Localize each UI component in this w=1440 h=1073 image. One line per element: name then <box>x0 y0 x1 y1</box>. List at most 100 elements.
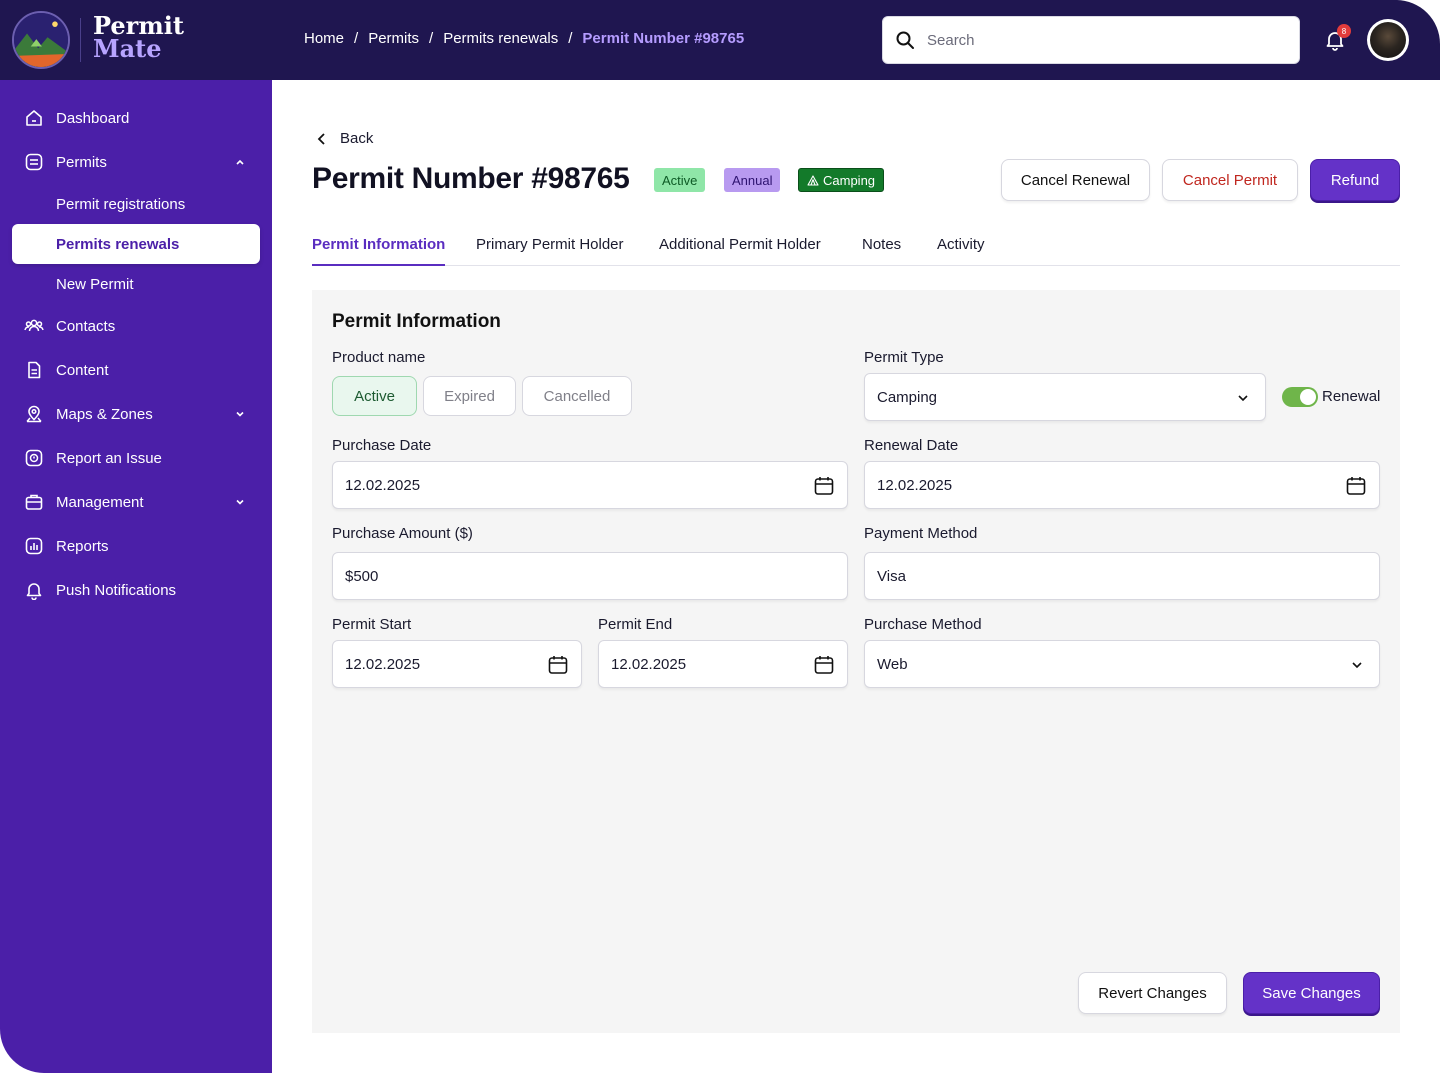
breadcrumb-separator: / <box>354 30 359 47</box>
search-box[interactable] <box>882 16 1300 64</box>
renewal-toggle-label: Renewal <box>1322 388 1381 405</box>
purchase-method-value: Web <box>877 655 908 673</box>
purchase-date-value: 12.02.2025 <box>345 476 421 494</box>
notification-badge: 8 <box>1337 24 1351 38</box>
status-option-active[interactable]: Active <box>332 376 417 416</box>
sidebar-item-label: Report an Issue <box>56 449 162 467</box>
purchase-date-field[interactable]: 12.02.2025 <box>332 461 848 509</box>
sidebar-item-label: Permits <box>56 153 107 171</box>
revert-changes-button[interactable]: Revert Changes <box>1078 972 1227 1014</box>
renewal-date-field[interactable]: 12.02.2025 <box>864 461 1380 509</box>
report-icon <box>25 449 43 467</box>
purchase-date-label: Purchase Date <box>332 437 432 454</box>
purchase-amount-value: $500 <box>345 567 379 585</box>
renewal-date-value: 12.02.2025 <box>877 476 953 494</box>
bell-icon <box>26 583 42 600</box>
briefcase-icon <box>25 494 43 510</box>
breadcrumb-separator: / <box>429 30 434 47</box>
sidebar-item-label: Content <box>56 361 109 379</box>
permit-start-field[interactable]: 12.02.2025 <box>332 640 582 688</box>
document-icon <box>28 361 41 379</box>
sidebar-item-management[interactable]: Management <box>12 482 260 522</box>
permit-type-label: Permit Type <box>864 349 944 366</box>
tab-primary-permit-holder[interactable]: Primary Permit Holder <box>476 236 624 266</box>
chevron-down-icon <box>1238 395 1248 402</box>
tab-additional-permit-holder[interactable]: Additional Permit Holder <box>659 236 821 266</box>
permit-type-select[interactable]: Camping <box>864 373 1266 421</box>
section-title: Permit Information <box>332 311 501 332</box>
sidebar-item-contacts[interactable]: Contacts <box>12 306 260 346</box>
logo-divider <box>80 18 81 62</box>
sidebar-item-push-notifications[interactable]: Push Notifications <box>12 570 260 610</box>
permit-start-label: Permit Start <box>332 616 412 633</box>
sidebar-item-permits-renewals[interactable]: Permits renewals <box>12 224 260 264</box>
status-option-expired[interactable]: Expired <box>423 376 516 416</box>
chevron-down-icon[interactable] <box>234 496 246 508</box>
breadcrumb-permits-renewals[interactable]: Permits renewals <box>443 30 558 47</box>
calendar-icon[interactable] <box>547 654 569 676</box>
tab-activity[interactable]: Activity <box>937 236 985 266</box>
sidebar-item-label: Dashboard <box>56 109 130 127</box>
breadcrumb-permits[interactable]: Permits <box>368 30 419 47</box>
payment-method-field[interactable]: Visa <box>864 552 1380 600</box>
sidebar-item-content[interactable]: Content <box>12 350 260 390</box>
save-changes-button[interactable]: Save Changes <box>1243 972 1380 1014</box>
brand-line-2: Mate <box>93 34 162 63</box>
sidebar-item-permit-registrations[interactable]: Permit registrations <box>12 184 260 224</box>
payment-method-value: Visa <box>877 567 906 585</box>
status-badge-camping: Camping <box>798 168 885 192</box>
permit-list-icon <box>25 153 43 171</box>
permit-end-field[interactable]: 12.02.2025 <box>598 640 848 688</box>
logo-icon[interactable] <box>12 11 70 69</box>
renewal-toggle[interactable] <box>1282 387 1318 407</box>
top-bar: Permit Mate Home / Permits / Permits ren… <box>0 0 1440 80</box>
sidebar-item-report-issue[interactable]: Report an Issue <box>12 438 260 478</box>
calendar-icon[interactable] <box>1345 475 1367 497</box>
chevron-up-icon[interactable] <box>234 156 246 168</box>
cancel-renewal-button[interactable]: Cancel Renewal <box>1001 159 1150 201</box>
status-option-cancelled[interactable]: Cancelled <box>522 376 632 416</box>
purchase-amount-field[interactable]: $500 <box>332 552 848 600</box>
avatar[interactable] <box>1367 19 1409 61</box>
avatar-image <box>1370 22 1406 58</box>
map-pin-icon <box>26 405 42 423</box>
home-icon <box>26 110 42 126</box>
calendar-icon[interactable] <box>813 654 835 676</box>
calendar-icon[interactable] <box>813 475 835 497</box>
brand-name: Permit Mate <box>93 14 184 63</box>
chart-icon <box>25 537 43 555</box>
refund-button[interactable]: Refund <box>1310 159 1400 201</box>
sidebar-item-label: Maps & Zones <box>56 405 153 423</box>
sidebar-item-maps-zones[interactable]: Maps & Zones <box>12 394 260 434</box>
tab-permit-information[interactable]: Permit Information <box>312 236 446 266</box>
sidebar-item-label: Push Notifications <box>56 581 177 599</box>
sidebar-item-reports[interactable]: Reports <box>12 526 260 566</box>
breadcrumb-home[interactable]: Home <box>304 30 344 47</box>
search-input[interactable] <box>927 31 1267 49</box>
cancel-permit-button[interactable]: Cancel Permit <box>1162 159 1298 201</box>
back-label: Back <box>340 130 374 147</box>
tent-icon <box>807 175 819 186</box>
permit-end-value: 12.02.2025 <box>611 655 687 673</box>
permit-end-label: Permit End <box>598 616 673 633</box>
chevron-down-icon <box>1352 662 1362 669</box>
sidebar-item-label: Management <box>56 493 144 511</box>
badge-label: Camping <box>823 172 876 188</box>
users-icon <box>24 319 44 332</box>
tab-bar: Permit Information Primary Permit Holder… <box>312 224 1400 266</box>
status-badge-annual: Annual <box>724 168 781 192</box>
breadcrumb-separator: / <box>568 30 573 47</box>
sidebar-item-permits[interactable]: Permits <box>12 142 260 182</box>
purchase-method-select[interactable]: Web <box>864 640 1380 688</box>
back-link[interactable]: Back <box>314 130 373 147</box>
purchase-amount-label: Purchase Amount ($) <box>332 525 473 542</box>
chevron-down-icon[interactable] <box>234 408 246 420</box>
sidebar-item-dashboard[interactable]: Dashboard <box>12 98 260 138</box>
sidebar: Dashboard Permits Permit registrations P… <box>0 80 272 1073</box>
sidebar-item-label: Contacts <box>56 317 116 335</box>
permit-start-value: 12.02.2025 <box>345 655 421 673</box>
tab-notes[interactable]: Notes <box>862 236 901 266</box>
breadcrumb-current: Permit Number #98765 <box>582 30 745 47</box>
sidebar-item-new-permit[interactable]: New Permit <box>12 264 260 304</box>
permit-type-value: Camping <box>877 388 938 406</box>
